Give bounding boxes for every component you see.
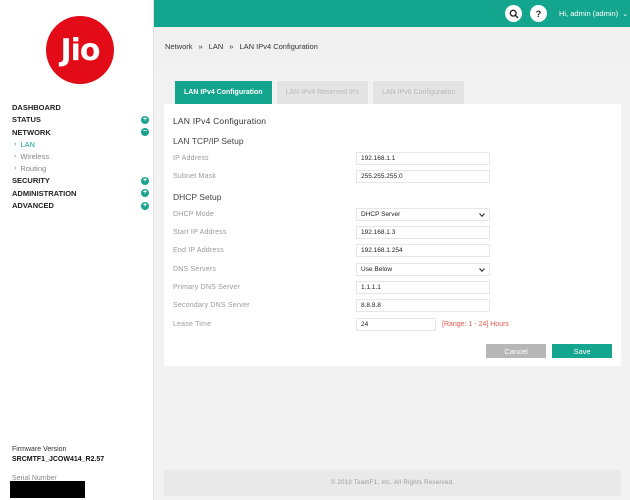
- sidebar-item-dashboard[interactable]: DASHBOARD: [12, 101, 149, 114]
- help-icon: ?: [535, 8, 542, 19]
- sidebar-item-administration[interactable]: ADMINISTRATION +: [12, 187, 149, 200]
- tab-bar: LAN IPv4 Configuration LAN IPv4 Reserved…: [175, 81, 469, 104]
- jio-logo[interactable]: Jio: [46, 16, 114, 84]
- ip-address-input[interactable]: [356, 152, 490, 165]
- end-ip-label: End IP Address: [173, 247, 224, 254]
- secondary-dns-input[interactable]: [356, 299, 490, 312]
- sidebar-subitem-label: LAN: [20, 140, 35, 149]
- main-content: LAN IPv4 Configuration LAN IPv4 Reserved…: [154, 65, 630, 500]
- user-label: Hi, admin (admin): [559, 9, 619, 18]
- tab-lan-ipv6-configuration[interactable]: LAN IPv6 Configuration: [373, 81, 465, 104]
- ip-address-label: IP Address: [173, 155, 209, 162]
- sidebar-item-security[interactable]: SECURITY +: [12, 175, 149, 188]
- breadcrumb-item-network[interactable]: Network: [165, 42, 193, 51]
- serial-redaction: [10, 481, 85, 498]
- logo-text: Jio: [60, 32, 100, 68]
- tab-lan-ipv4-reserved-ips[interactable]: LAN IPv4 Reserved IPs: [276, 81, 369, 104]
- expand-plus-icon[interactable]: +: [141, 115, 149, 124]
- sidebar-item-advanced[interactable]: ADVANCED +: [12, 200, 149, 213]
- breadcrumb-item-current: LAN IPv4 Configuration: [239, 41, 318, 51]
- subnet-mask-input[interactable]: [356, 170, 490, 183]
- chevron-down-icon: [479, 212, 485, 217]
- sidebar-subitem-label: Routing: [20, 164, 47, 173]
- breadcrumb-item-lan[interactable]: LAN: [209, 42, 224, 51]
- expand-plus-icon[interactable]: +: [141, 189, 149, 198]
- dhcp-mode-label: DHCP Mode: [173, 211, 214, 218]
- start-ip-label: Start IP Address: [173, 229, 227, 236]
- primary-dns-label: Primary DNS Server: [173, 284, 240, 291]
- sidebar-subitem-wireless[interactable]: › Wireless: [12, 151, 149, 163]
- sidebar-item-network[interactable]: NETWORK −: [12, 126, 149, 139]
- dhcp-mode-value: DHCP Server: [361, 211, 401, 218]
- sidebar-item-label: ADVANCED: [12, 201, 54, 211]
- section-heading-dhcp: DHCP Setup: [173, 192, 222, 202]
- end-ip-input[interactable]: [356, 244, 490, 257]
- breadcrumb: Network » LAN » LAN IPv4 Configuration: [154, 27, 630, 65]
- panel-title: LAN IPv4 Configuration: [173, 116, 267, 126]
- start-ip-input[interactable]: [356, 226, 490, 239]
- chevron-right-icon: ›: [14, 165, 17, 172]
- header-bar: ? Hi, admin (admin) ⌄: [154, 0, 630, 27]
- lease-time-input[interactable]: [356, 318, 436, 331]
- firmware-label: Firmware Version: [12, 446, 67, 453]
- dns-servers-value: Use Below: [361, 266, 393, 273]
- user-menu[interactable]: Hi, admin (admin) ⌄: [559, 9, 628, 18]
- search-button[interactable]: [505, 5, 522, 22]
- sidebar-item-label: NETWORK: [12, 127, 51, 137]
- lease-time-label: Lease Time: [173, 321, 212, 328]
- sidebar-subitem-routing[interactable]: › Routing: [12, 163, 149, 175]
- collapse-minus-icon[interactable]: −: [141, 128, 149, 137]
- chevron-right-icon: ›: [14, 153, 17, 160]
- subnet-mask-label: Subnet Mask: [173, 173, 217, 180]
- search-icon: [509, 9, 518, 18]
- sidebar: Jio DASHBOARD STATUS + NETWORK − › LAN ›…: [0, 0, 154, 500]
- dns-servers-select[interactable]: Use Below: [356, 263, 490, 276]
- breadcrumb-separator: »: [229, 41, 234, 51]
- save-button[interactable]: Save: [552, 344, 612, 358]
- sidebar-subitem-label: Wireless: [20, 152, 50, 161]
- sidebar-item-label: STATUS: [12, 115, 41, 125]
- expand-plus-icon[interactable]: +: [141, 176, 149, 185]
- chevron-down-icon: [479, 267, 485, 272]
- sidebar-nav: DASHBOARD STATUS + NETWORK − › LAN › Wir…: [12, 101, 149, 212]
- sidebar-item-label: SECURITY: [12, 176, 50, 186]
- secondary-dns-label: Secondary DNS Server: [173, 302, 250, 309]
- sidebar-item-label: DASHBOARD: [12, 102, 61, 112]
- sidebar-item-status[interactable]: STATUS +: [12, 114, 149, 127]
- help-button[interactable]: ?: [530, 5, 547, 22]
- dns-servers-label: DNS Servers: [173, 266, 217, 273]
- expand-plus-icon[interactable]: +: [141, 201, 149, 210]
- sidebar-subitem-lan[interactable]: › LAN: [12, 139, 149, 151]
- tab-lan-ipv4-configuration[interactable]: LAN IPv4 Configuration: [175, 81, 272, 104]
- lease-time-range: [Range: 1 - 24] Hours: [442, 321, 509, 328]
- chevron-down-icon: ⌄: [622, 11, 629, 18]
- firmware-value: SRCMTF1_JCOW414_R2.57: [12, 456, 105, 463]
- cancel-button[interactable]: Cancel: [486, 344, 546, 358]
- footer: © 2019 TeamF1, Inc. All Rights Reserved.: [164, 470, 621, 496]
- section-heading-tcpip: LAN TCP/IP Setup: [173, 136, 244, 146]
- config-panel: LAN IPv4 Configuration LAN TCP/IP Setup …: [164, 104, 621, 366]
- sidebar-item-label: ADMINISTRATION: [12, 188, 77, 198]
- chevron-right-icon: ›: [14, 141, 17, 148]
- dhcp-mode-select[interactable]: DHCP Server: [356, 208, 490, 221]
- breadcrumb-separator: »: [198, 41, 203, 51]
- primary-dns-input[interactable]: [356, 281, 490, 294]
